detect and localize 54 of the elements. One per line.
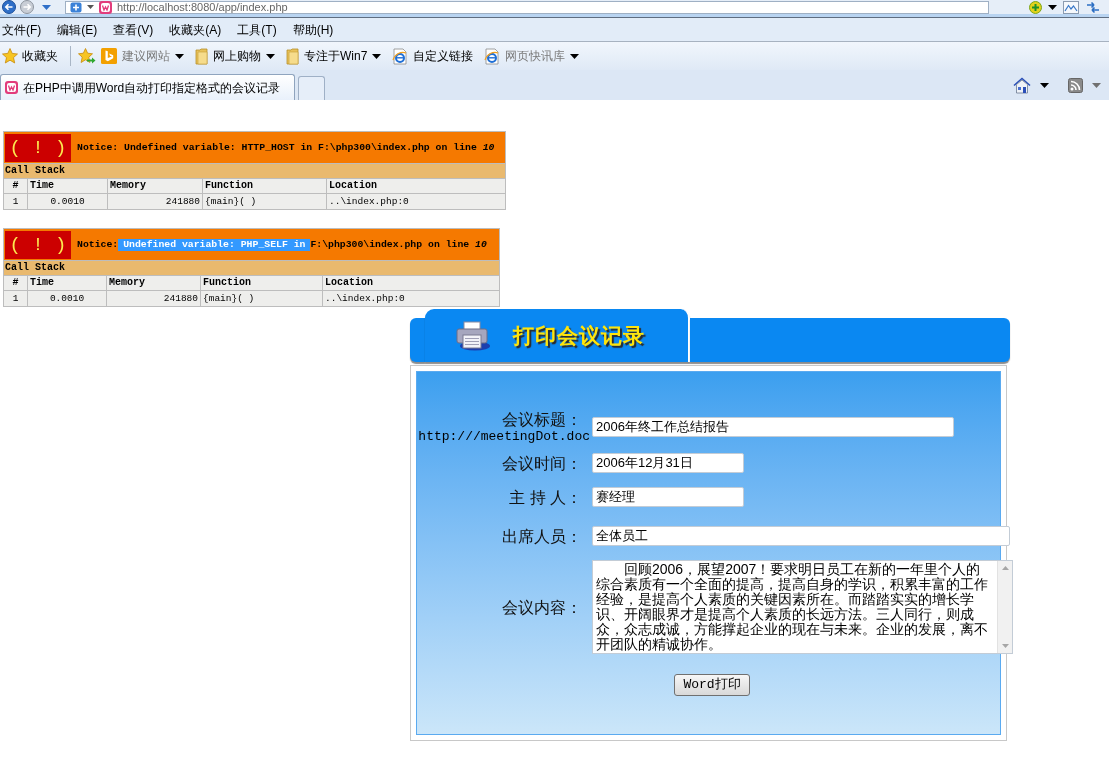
web-page-icon — [392, 47, 409, 65]
favorites-link[interactable]: 自定义链接 — [392, 47, 474, 65]
home-icon[interactable] — [1013, 77, 1031, 94]
favorites-button[interactable]: 收藏夹 — [2, 47, 58, 65]
notice-text: Notice: Undefined variable: HTTP_HOST in F:\php300\index.php on line 10 — [77, 141, 495, 154]
app-icon — [99, 0, 112, 14]
folder-icon — [195, 47, 208, 65]
arrow-icon[interactable] — [1085, 0, 1101, 14]
menu-item[interactable]: 编辑(E) — [57, 21, 98, 38]
text-input[interactable]: 全体员工 — [592, 526, 1010, 546]
caret-icon[interactable] — [266, 53, 275, 59]
forward-icon[interactable] — [20, 0, 34, 14]
printer-icon — [455, 320, 491, 351]
web-page-icon — [484, 47, 501, 65]
form-title: 打印会议记录 — [513, 322, 645, 349]
caret-icon[interactable] — [1048, 4, 1057, 10]
notice-text: Notice: — [77, 238, 119, 251]
feed-icon[interactable] — [1068, 78, 1083, 93]
text-input[interactable]: 2006年终工作总结报告 — [592, 417, 954, 437]
address-field[interactable]: http://localhost:8080/app/index.php — [65, 0, 989, 14]
star-icon — [2, 48, 18, 64]
back-icon[interactable] — [2, 0, 16, 14]
favorites-link[interactable]: 网上购物 — [195, 47, 261, 65]
error-marker: ( ! ) — [5, 133, 71, 162]
caret-icon[interactable] — [1040, 83, 1049, 88]
menu-item[interactable]: 工具(T) — [237, 21, 277, 38]
folder-icon — [286, 47, 299, 65]
menu-item[interactable]: 帮助(H) — [292, 21, 334, 38]
plus-icon[interactable] — [70, 1, 82, 13]
menu-item[interactable]: 文件(F) — [2, 21, 42, 38]
error-marker: ( ! ) — [5, 230, 71, 259]
text-input[interactable]: 赛经理 — [592, 487, 744, 507]
menu-item[interactable]: 收藏夹(A) — [169, 21, 222, 38]
menu-item[interactable]: 查看(V) — [113, 21, 154, 38]
content-textarea[interactable]: 回顾2006，展望2007！要求明日员工在新的一年里个人的综合素质有一个全面的提高，提高自身的学识，积累丰富的工作经验，是提高个人素质的关键因素所在。而踏踏实实的增长学识、开阔眼界才是提高个人素质的长远方法。三人同行，则成众，众志成诚，方能撑起企业的现在与未来。企业的发展，离不开团队的精诚协作。 — [592, 560, 1013, 654]
favorites-link[interactable]: 专注于Win7 — [286, 47, 368, 65]
field-label: 会议内容： — [502, 597, 582, 617]
text-input[interactable]: 2006年12月31日 — [592, 453, 744, 473]
field-label: 出席人员： — [502, 526, 582, 546]
field-label: 会议时间： — [502, 453, 582, 473]
app-icon — [5, 81, 18, 94]
print-button[interactable]: Word打印 — [674, 674, 750, 696]
selected-text: Undefined variable: PHP_SELF in — [118, 238, 311, 251]
field-label: 主 持 人： — [509, 487, 582, 507]
notice-text: F:\php300\index.php on line 10 — [310, 238, 487, 251]
url-text: http:///meetingDot.doc — [418, 429, 590, 444]
caret-icon[interactable] — [372, 53, 382, 59]
browser-tab[interactable]: 在PHP中调用Word自动打印指定格式的会议记录 — [0, 74, 295, 100]
picture-icon[interactable] — [1063, 0, 1079, 14]
add-favorite-icon[interactable] — [78, 48, 96, 64]
logo-icon — [101, 48, 117, 64]
field-label: 会议标题： — [502, 410, 582, 429]
caret-icon[interactable] — [87, 5, 94, 9]
add-icon[interactable] — [1029, 0, 1042, 14]
